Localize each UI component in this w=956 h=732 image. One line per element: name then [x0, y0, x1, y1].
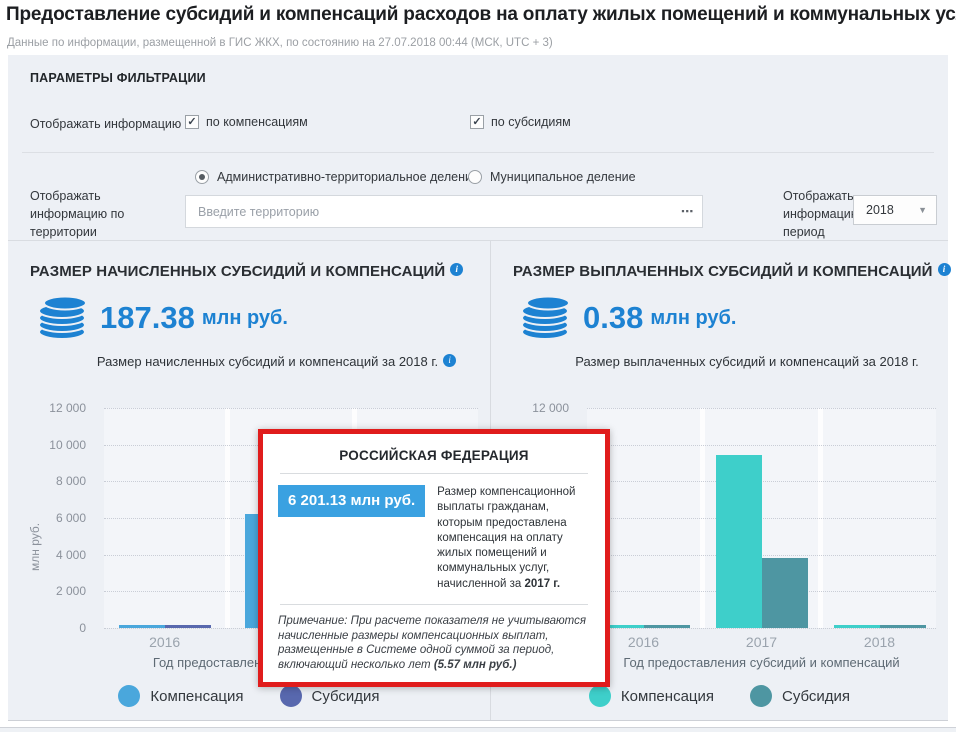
radio-municipal-division[interactable]: Муниципальное деление — [468, 168, 636, 186]
paid-unit: млн руб. — [650, 307, 736, 330]
tooltip-description: Размер компенсационной выплаты гражданам… — [437, 485, 590, 592]
chart-tooltip-highlighted: РОССИЙСКАЯ ФЕДЕРАЦИЯ 6 201.13 млн руб. Р… — [258, 429, 610, 687]
tooltip-value-badge: 6 201.13 млн руб. — [278, 485, 425, 517]
info-icon[interactable]: i — [938, 263, 951, 276]
y-tick-label: 0 — [79, 621, 86, 635]
tooltip-divider — [280, 604, 588, 605]
paid-caption: Размер выплаченных субсидий и компенсаци… — [491, 354, 948, 369]
coins-icon — [36, 295, 90, 341]
bar-compensation-2016[interactable] — [119, 625, 165, 628]
gridline — [587, 628, 936, 629]
category-band-2018 — [823, 408, 936, 628]
period-select[interactable]: 2018 ▼ — [853, 195, 937, 225]
radio-administrative-division[interactable]: Административно-территориальное деление — [195, 168, 479, 186]
accrued-unit: млн руб. — [202, 307, 288, 330]
legend-item-compensation[interactable]: Компенсация — [589, 685, 714, 707]
radio-icon — [195, 170, 209, 184]
x-axis-title: Год предоставления субсидий и компенсаци… — [587, 655, 936, 670]
filters-section: ПАРАМЕТРЫ ФИЛЬТРАЦИИ Отображать информац… — [8, 55, 948, 241]
next-section-edge — [0, 727, 956, 732]
x-axis: 201620172018 — [587, 634, 936, 650]
bar-compensation-2018[interactable] — [834, 625, 880, 628]
display-info-label: Отображать информацию — [30, 115, 181, 133]
legend-label: Субсидия — [312, 688, 380, 705]
chart-legend: Компенсация Субсидия — [8, 685, 490, 707]
y-tick-label: 12 000 — [532, 401, 569, 415]
legend-label: Компенсация — [150, 688, 243, 705]
legend-dot — [118, 685, 140, 707]
legend-label: Субсидия — [782, 688, 850, 705]
territory-more-icon[interactable]: ▪▪▪ — [681, 204, 694, 218]
info-icon[interactable]: i — [443, 354, 456, 367]
territory-input[interactable] — [185, 195, 703, 228]
y-tick-label: 6 000 — [56, 511, 86, 525]
paid-total: 0.38 млн руб. — [519, 295, 736, 341]
legend-dot — [280, 685, 302, 707]
tooltip-title: РОССИЙСКАЯ ФЕДЕРАЦИЯ — [278, 448, 590, 463]
bar-subsidy-2017[interactable] — [762, 558, 808, 628]
bar-compensation-2017[interactable] — [716, 455, 762, 628]
chart-legend: Компенсация Субсидия — [491, 685, 948, 707]
territory-label: Отображать информацию по территории — [30, 187, 180, 241]
checkbox-icon: ✓ — [185, 115, 199, 129]
checkbox-compensations-label: по компенсациям — [206, 113, 308, 131]
legend-label: Компенсация — [621, 688, 714, 705]
legend-dot — [589, 685, 611, 707]
legend-dot — [750, 685, 772, 707]
accrued-amount: 187.38 — [100, 300, 195, 336]
checkbox-icon: ✓ — [470, 115, 484, 129]
y-axis: 12 00010 0008 0006 0004 0002 0000 — [8, 408, 96, 628]
y-tick-label: 8 000 — [56, 474, 86, 488]
x-tick-label: 2016 — [104, 634, 225, 650]
legend-item-subsidy[interactable]: Субсидия — [280, 685, 380, 707]
y-tick-label: 4 000 — [56, 548, 86, 562]
y-tick-label: 10 000 — [49, 438, 86, 452]
tooltip-note: Примечание: При расчете показателя не уч… — [278, 614, 590, 673]
checkbox-subsidies-label: по субсидиям — [491, 113, 571, 131]
page-title: Предоставление субсидий и компенсаций ра… — [6, 4, 956, 26]
x-tick-label: 2018 — [823, 634, 936, 650]
x-tick-label: 2017 — [705, 634, 818, 650]
category-band-2016 — [104, 408, 225, 628]
y-tick-label: 12 000 — [49, 401, 86, 415]
accrued-total: 187.38 млн руб. — [36, 295, 288, 341]
accrued-title: РАЗМЕР НАЧИСЛЕННЫХ СУБСИДИЙ И КОМПЕНСАЦИ… — [30, 263, 463, 280]
period-value: 2018 — [866, 203, 894, 217]
checkbox-compensations[interactable]: ✓ по компенсациям — [185, 113, 308, 131]
accrued-caption: Размер начисленных субсидий и компенсаци… — [8, 354, 490, 369]
page-subtitle: Данные по информации, размещенной в ГИС … — [7, 37, 553, 49]
chevron-down-icon: ▼ — [918, 205, 927, 215]
info-icon[interactable]: i — [450, 263, 463, 276]
plot-area — [587, 408, 936, 628]
bar-subsidy-2016[interactable] — [165, 625, 211, 628]
radio-icon — [468, 170, 482, 184]
coins-icon — [519, 295, 573, 341]
paid-amount: 0.38 — [583, 300, 643, 336]
bar-subsidy-2016[interactable] — [644, 625, 690, 628]
filters-divider — [22, 152, 934, 153]
checkbox-subsidies[interactable]: ✓ по субсидиям — [470, 113, 571, 131]
filters-header: ПАРАМЕТРЫ ФИЛЬТРАЦИИ — [30, 71, 206, 85]
legend-item-compensation[interactable]: Компенсация — [118, 685, 243, 707]
radio-administrative-label: Административно-территориальное деление — [217, 168, 479, 186]
bar-subsidy-2018[interactable] — [880, 625, 926, 628]
paid-title: РАЗМЕР ВЫПЛАЧЕННЫХ СУБСИДИЙ И КОМПЕНСАЦИ… — [513, 263, 951, 280]
radio-municipal-label: Муниципальное деление — [490, 168, 636, 186]
legend-item-subsidy[interactable]: Субсидия — [750, 685, 850, 707]
y-tick-label: 2 000 — [56, 584, 86, 598]
category-band-2017 — [705, 408, 818, 628]
tooltip-divider — [280, 473, 588, 474]
